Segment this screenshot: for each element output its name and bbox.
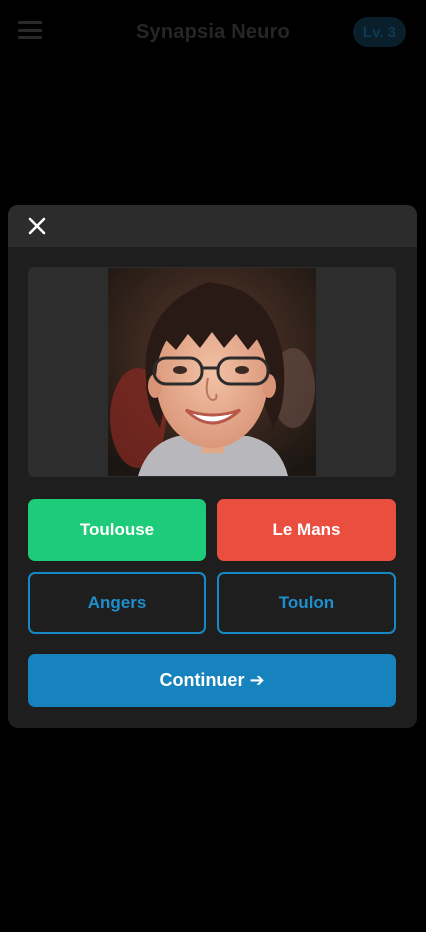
- app-title: Synapsia Neuro: [136, 20, 290, 43]
- modal-header: [8, 205, 417, 247]
- answer-grid: Toulouse Le Mans Angers Toulon: [28, 499, 396, 634]
- quiz-modal: Toulouse Le Mans Angers Toulon Continuer…: [8, 205, 417, 728]
- face-photo: [108, 268, 316, 476]
- continue-button[interactable]: Continuer ➔: [28, 654, 396, 707]
- answer-button-toulouse[interactable]: Toulouse: [28, 499, 206, 561]
- level-badge: Lv. 3: [352, 17, 406, 47]
- close-icon[interactable]: [26, 215, 48, 237]
- answer-button-le-mans[interactable]: Le Mans: [217, 499, 396, 561]
- app-screen: Synapsia Neuro Lv. 3 Toulouse Le Mans An…: [0, 0, 426, 932]
- hamburger-menu-icon[interactable]: [18, 18, 42, 42]
- top-bar: Synapsia Neuro Lv. 3: [0, 0, 426, 64]
- answer-button-toulon[interactable]: Toulon: [217, 572, 396, 634]
- answer-button-angers[interactable]: Angers: [28, 572, 206, 634]
- photo-frame: [28, 267, 396, 477]
